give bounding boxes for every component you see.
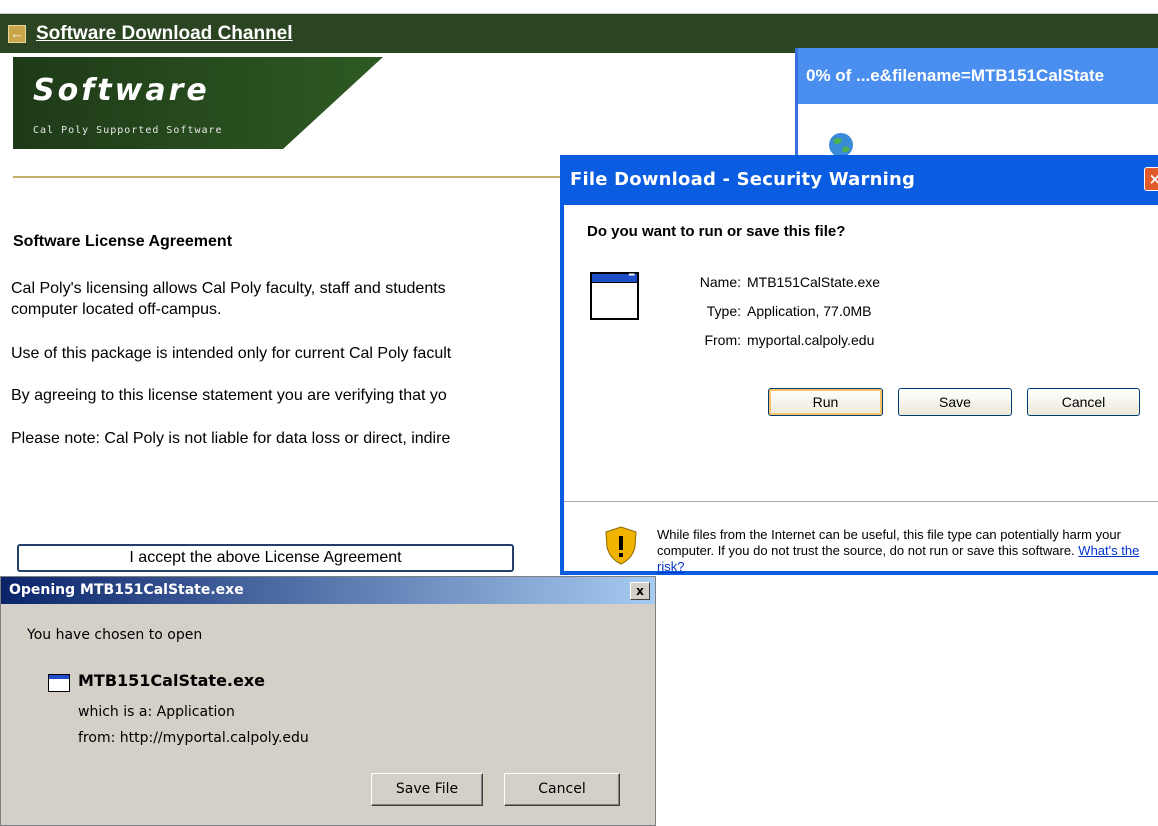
close-icon[interactable]: × [1144,167,1158,191]
license-heading: Software License Agreement [13,233,233,250]
name-label-wrap: Name: [564,274,741,294]
warning-message: While files from the Internet can be use… [657,527,1121,558]
download-progress-window: 0% of ...e&filename=MTB151CalState [795,48,1158,168]
run-or-save-question: Do you want to run or save this file? [587,223,846,240]
application-icon [48,674,70,692]
file-name-value: MTB151CalState.exe [747,274,881,290]
license-paragraph: By agreeing to this license statement yo… [11,387,447,404]
cancel-button[interactable]: Cancel [1027,388,1140,416]
banner-tagline: Cal Poly Supported Software [33,125,223,136]
name-label: Name: [699,274,741,290]
type-label: Type: [706,303,741,319]
opening-dialog-title: Opening MTB151CalState.exe [9,582,244,598]
save-button[interactable]: Save [898,388,1012,416]
channel-title-link[interactable]: Software Download Channel [36,23,293,45]
from-label: From: [704,332,741,348]
file-source-value: myportal.calpoly.edu [747,332,875,348]
license-paragraph: computer located off-campus. [11,301,222,318]
software-logo-text: Software [33,73,210,108]
license-paragraph: Use of this package is intended only for… [11,345,452,362]
file-name: MTB151CalState.exe [78,671,266,690]
type-label-wrap: Type: [564,303,741,323]
opening-file-dialog: Opening MTB151CalState.exe x You have ch… [0,576,656,826]
security-dialog-title: File Download - Security Warning [570,169,916,190]
progress-window-title[interactable]: 0% of ...e&filename=MTB151CalState [798,48,1158,104]
accept-license-button[interactable]: I accept the above License Agreement [17,544,514,572]
divider [13,176,573,178]
close-icon[interactable]: x [630,582,650,600]
shield-warning-icon [605,526,637,565]
security-warning-dialog: File Download - Security Warning × Do yo… [560,155,1158,575]
file-source-text: from: http://myportal.calpoly.edu [78,730,309,746]
run-button[interactable]: Run [768,388,883,416]
cancel-button[interactable]: Cancel [504,773,620,806]
divider [564,501,1158,502]
opening-dialog-title-bar[interactable]: Opening MTB151CalState.exe x [1,577,655,604]
file-type-value: Application, 77.0MB [747,303,872,319]
from-label-wrap: From: [564,332,741,352]
license-paragraph: Please note: Cal Poly is not liable for … [11,430,451,447]
file-type-text: which is a: Application [78,704,235,720]
save-file-button[interactable]: Save File [371,773,483,806]
security-dialog-body: Do you want to run or save this file? Na… [564,205,1158,574]
security-dialog-title-bar[interactable]: File Download - Security Warning × [564,155,1158,205]
back-arrow-icon[interactable]: ← [8,24,26,43]
chosen-to-open-text: You have chosen to open [27,627,203,643]
browser-top-strip [0,0,1158,14]
security-warning-text: While files from the Internet can be use… [657,527,1157,575]
license-paragraph: Cal Poly's licensing allows Cal Poly fac… [11,280,446,297]
software-banner: Software Cal Poly Supported Software [13,57,383,149]
